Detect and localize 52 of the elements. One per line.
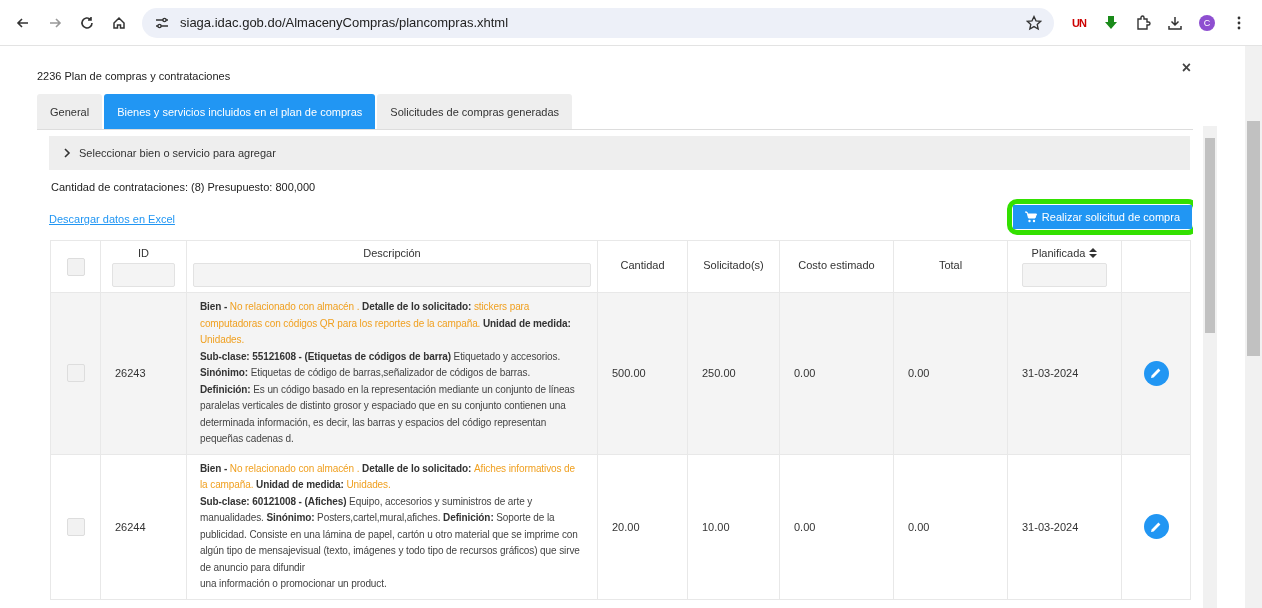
table-cell: 31-03-2024 bbox=[1022, 367, 1079, 380]
filter-field[interactable] bbox=[112, 262, 175, 287]
chevron-icon bbox=[63, 148, 71, 158]
table-cell: 250.00 bbox=[702, 367, 736, 380]
close-button[interactable]: × bbox=[1181, 59, 1191, 77]
pencil-icon bbox=[1150, 520, 1162, 533]
filter-field[interactable] bbox=[1021, 262, 1108, 287]
table-cell: 0.00 bbox=[794, 520, 816, 533]
column-header: Descripción bbox=[362, 246, 422, 259]
scrollbar[interactable] bbox=[1203, 126, 1217, 608]
tab[interactable]: General bbox=[37, 94, 103, 129]
table-cell: 500.00 bbox=[612, 367, 646, 380]
bookmark-star-icon[interactable] bbox=[1026, 14, 1042, 31]
pencil-icon bbox=[1150, 367, 1162, 380]
add-item-panel[interactable]: Seleccionar bien o servicio para agregar bbox=[49, 136, 1190, 170]
summary-text: Cantidad de contrataciones: (8) Presupuesto: 800,000 bbox=[51, 181, 317, 193]
row-checkbox[interactable] bbox=[66, 517, 85, 536]
column-header: Cantidad bbox=[619, 258, 666, 271]
table-cell: 0.00 bbox=[794, 367, 816, 380]
description-text: Sub-clase: 55121608 - (Etiquetas de códigos de barra) Etiquetado y accesorios. bbox=[200, 349, 562, 364]
description-text: Sinónimo: Etiquetas de código de barras,señalizador de códigos de barras. bbox=[200, 366, 532, 380]
table-cell: 0.00 bbox=[908, 520, 930, 533]
column-header: Solicitado(s) bbox=[702, 258, 765, 271]
dialog-title: 2236 Plan de compras y contrataciones bbox=[37, 70, 231, 82]
edit-button[interactable] bbox=[1143, 514, 1169, 539]
table-cell: 20.00 bbox=[612, 520, 640, 533]
column-header: ID bbox=[137, 246, 150, 259]
extension-button[interactable]: UN bbox=[1066, 9, 1092, 36]
home-icon bbox=[111, 14, 127, 31]
table-cell: 26243 bbox=[115, 367, 146, 380]
url-text: siaga.idac.gob.do/AlmacenyCompras/plancompras.xhtml bbox=[180, 15, 510, 30]
down-arrow-icon bbox=[1103, 14, 1119, 31]
select-all-checkbox[interactable] bbox=[66, 257, 85, 276]
reload-icon bbox=[79, 14, 95, 31]
column-header: Costo estimado bbox=[797, 258, 876, 271]
description-text: Definición: Es un código basado en la representación mediante un conjunto de líneas paralelas verticales de distinto grosor y espaciado que en su conjunto contienen una determinada información, es decir, las barras y espacios del código representan pequeñas cadenas d. bbox=[200, 382, 576, 446]
column-header[interactable]: Planificada bbox=[1031, 246, 1086, 259]
description-text: Bien - No relacionado con almacén . Detalle de lo solicitado: stickers para computadoras con códigos QR para los reportes de la campaña. Unidad de medida: Unidades. bbox=[200, 300, 572, 347]
sort-icon[interactable] bbox=[1089, 247, 1098, 258]
column-header: Total bbox=[937, 258, 964, 271]
table-cell: 0.00 bbox=[908, 367, 930, 380]
table-cell: 31-03-2024 bbox=[1022, 520, 1079, 533]
description-text: una información o promocionar un product. bbox=[200, 577, 388, 591]
table-cell: 10.00 bbox=[702, 520, 730, 533]
description-text: Bien - No relacionado con almacén . Detalle de lo solicitado: Afiches informativos de la campaña. Unidad de medida: Unidades. bbox=[200, 461, 576, 492]
tab[interactable]: Solicitudes de compras generadas bbox=[377, 94, 573, 129]
table-cell: 26244 bbox=[115, 520, 146, 533]
cart-icon bbox=[1024, 211, 1037, 223]
page-scrollbar[interactable] bbox=[1245, 46, 1262, 608]
filter-field[interactable] bbox=[193, 262, 591, 287]
address-bar[interactable]: siaga.idac.gob.do/AlmacenyCompras/plancompras.xhtml bbox=[142, 7, 1054, 38]
edit-button[interactable] bbox=[1143, 360, 1169, 386]
